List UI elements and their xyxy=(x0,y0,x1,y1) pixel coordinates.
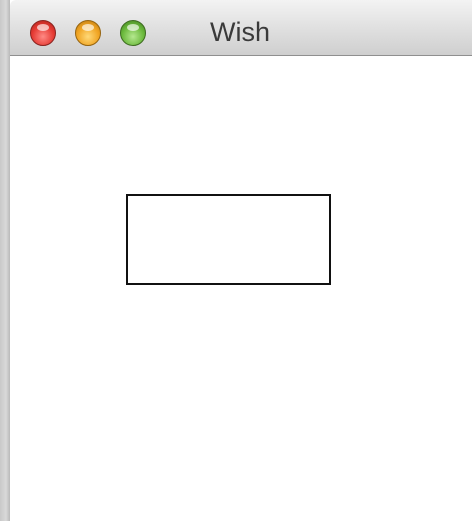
window-left-edge xyxy=(0,0,10,521)
canvas[interactable] xyxy=(10,56,472,521)
zoom-button[interactable] xyxy=(120,20,146,46)
titlebar[interactable]: Wish xyxy=(10,0,472,56)
window-title: Wish xyxy=(210,17,270,47)
minimize-button[interactable] xyxy=(75,20,101,46)
rectangle-shape xyxy=(126,194,331,285)
close-button[interactable] xyxy=(30,20,56,46)
app-window: Wish xyxy=(0,0,472,521)
